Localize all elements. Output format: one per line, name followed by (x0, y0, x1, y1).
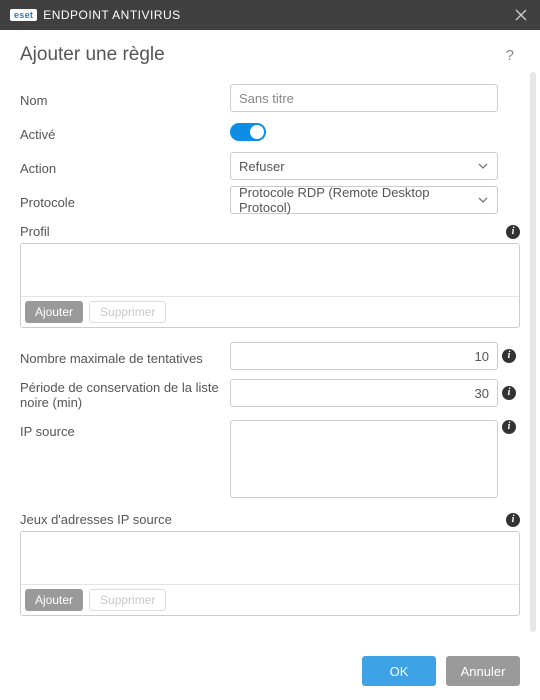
max-attempts-input[interactable] (230, 342, 498, 370)
info-icon[interactable] (506, 513, 520, 527)
ip-sets-listbox[interactable]: Ajouter Supprimer (20, 531, 520, 616)
info-icon[interactable] (502, 420, 516, 434)
cancel-button[interactable]: Annuler (446, 656, 520, 686)
close-icon[interactable] (512, 6, 530, 24)
action-label: Action (20, 157, 230, 176)
name-input[interactable] (230, 84, 498, 112)
chevron-down-icon (477, 160, 489, 172)
profile-remove-button: Supprimer (89, 301, 166, 323)
scrollbar[interactable] (530, 72, 536, 632)
app-title: ENDPOINT ANTIVIRUS (43, 8, 180, 22)
max-attempts-label: Nombre maximale de tentatives (20, 347, 230, 366)
blacklist-period-label: Période de conservation de la liste noir… (20, 376, 230, 410)
protocol-select[interactable]: Protocole RDP (Remote Desktop Protocol) (230, 186, 498, 214)
ok-button[interactable]: OK (362, 656, 436, 686)
info-icon[interactable] (502, 349, 516, 363)
enabled-toggle[interactable] (230, 123, 266, 141)
action-selected-value: Refuser (239, 159, 285, 174)
info-icon[interactable] (506, 225, 520, 239)
profile-label: Profil (20, 224, 50, 239)
dialog-footer: OK Annuler (0, 644, 540, 700)
help-icon[interactable]: ? (506, 47, 520, 64)
ip-sets-remove-button: Supprimer (89, 589, 166, 611)
protocol-selected-value: Protocole RDP (Remote Desktop Protocol) (239, 185, 477, 215)
chevron-down-icon (477, 194, 489, 206)
info-icon[interactable] (502, 386, 516, 400)
name-label: Nom (20, 89, 230, 108)
profile-add-button[interactable]: Ajouter (25, 301, 83, 323)
action-select[interactable]: Refuser (230, 152, 498, 180)
ip-source-label: IP source (20, 420, 230, 439)
ip-sets-add-button[interactable]: Ajouter (25, 589, 83, 611)
titlebar: eset ENDPOINT ANTIVIRUS (0, 0, 540, 30)
brand-badge: eset (10, 9, 37, 21)
blacklist-period-input[interactable] (230, 379, 498, 407)
ip-source-input[interactable] (230, 420, 498, 498)
ip-sets-label: Jeux d'adresses IP source (20, 512, 172, 527)
protocol-label: Protocole (20, 191, 230, 210)
form-content: Nom Activé Action Refuser (0, 74, 540, 674)
page-title: Ajouter une règle (20, 44, 165, 66)
enabled-label: Activé (20, 123, 230, 142)
profile-listbox[interactable]: Ajouter Supprimer (20, 243, 520, 328)
